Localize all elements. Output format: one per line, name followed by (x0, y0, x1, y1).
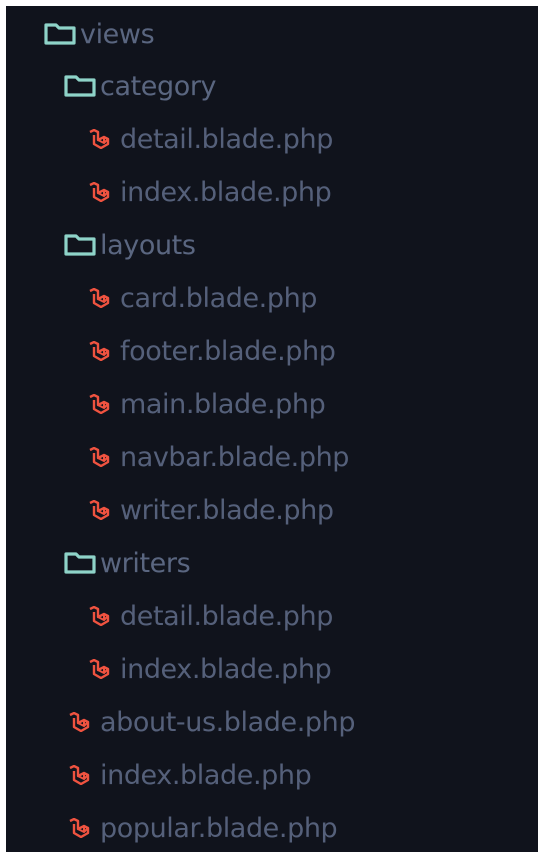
laravel-blade-icon (60, 813, 100, 843)
tree-item-label: index.blade.php (120, 176, 332, 208)
tree-item-label: writer.blade.php (120, 494, 334, 526)
laravel-blade-icon (80, 177, 120, 207)
tree-item-label: detail.blade.php (120, 600, 333, 632)
tree-file[interactable]: navbar.blade.php (6, 431, 538, 483)
tree-item-label: footer.blade.php (120, 335, 336, 367)
folder-icon (60, 230, 100, 260)
tree-folder-writers[interactable]: writers (6, 537, 538, 589)
laravel-blade-icon (80, 495, 120, 525)
tree-item-label: detail.blade.php (120, 123, 333, 155)
tree-item-label: popular.blade.php (100, 812, 338, 844)
laravel-blade-icon (80, 442, 120, 472)
tree-item-label: writers (100, 547, 191, 579)
tree-item-label: index.blade.php (120, 653, 332, 685)
folder-icon (60, 548, 100, 578)
tree-file[interactable]: card.blade.php (6, 272, 538, 324)
tree-file[interactable]: index.blade.php (6, 643, 538, 695)
tree-file[interactable]: about-us.blade.php (6, 696, 538, 748)
file-explorer-panel: views category detail.blade.php index.bl… (6, 6, 538, 852)
tree-file[interactable]: main.blade.php (6, 378, 538, 430)
tree-file[interactable]: detail.blade.php (6, 113, 538, 165)
laravel-blade-icon (80, 124, 120, 154)
tree-item-label: navbar.blade.php (120, 441, 350, 473)
tree-folder-layouts[interactable]: layouts (6, 219, 538, 271)
tree-file[interactable]: popular.blade.php (6, 802, 538, 854)
tree-item-label: main.blade.php (120, 388, 326, 420)
tree-file[interactable]: index.blade.php (6, 166, 538, 218)
tree-file[interactable]: index.blade.php (6, 749, 538, 801)
tree-item-label: card.blade.php (120, 282, 318, 314)
folder-icon (60, 71, 100, 101)
laravel-blade-icon (80, 336, 120, 366)
tree-file[interactable]: detail.blade.php (6, 590, 538, 642)
laravel-blade-icon (80, 283, 120, 313)
tree-item-label: views (80, 18, 155, 50)
laravel-blade-icon (80, 389, 120, 419)
tree-item-label: layouts (100, 229, 196, 261)
laravel-blade-icon (60, 760, 100, 790)
folder-icon (40, 19, 80, 49)
tree-item-label: about-us.blade.php (100, 706, 356, 738)
tree-file[interactable]: footer.blade.php (6, 325, 538, 377)
laravel-blade-icon (60, 707, 100, 737)
tree-folder-category[interactable]: category (6, 60, 538, 112)
tree-file[interactable]: writer.blade.php (6, 484, 538, 536)
tree-item-label: category (100, 70, 217, 102)
laravel-blade-icon (80, 601, 120, 631)
tree-item-label: index.blade.php (100, 759, 312, 791)
tree-folder-views[interactable]: views (6, 8, 538, 60)
laravel-blade-icon (80, 654, 120, 684)
